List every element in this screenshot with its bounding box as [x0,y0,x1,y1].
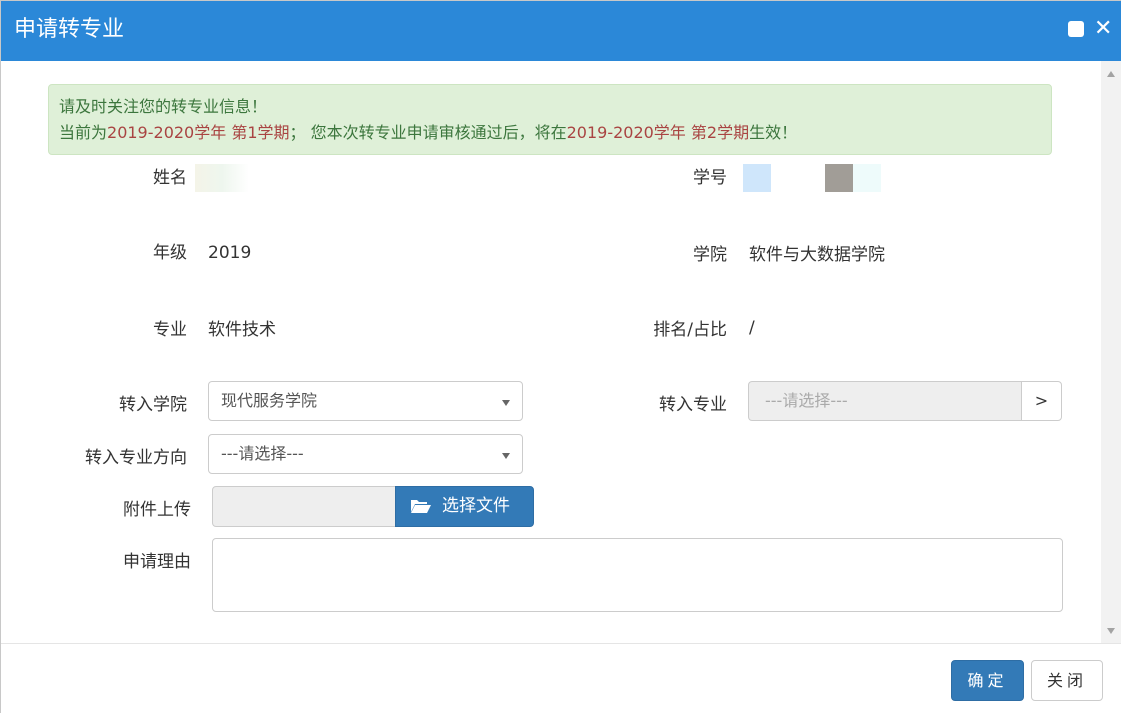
close-icon[interactable]: ✕ [1094,18,1112,40]
rank-value: / [749,318,755,338]
target-major-label: 转入专业 [659,395,727,415]
grade-value: 2019 [208,243,252,263]
name-value-redacted [195,164,249,192]
target-college-select[interactable]: 现代服务学院 [208,381,523,421]
target-direction-label: 转入专业方向 [85,448,187,468]
choose-file-button[interactable]: 选择文件 [395,486,534,527]
student-id-label: 学号 [693,168,727,188]
scroll-up-icon[interactable] [1107,71,1115,77]
reason-label: 申请理由 [123,552,191,572]
attachment-label: 附件上传 [123,500,191,520]
target-college-selected: 现代服务学院 [221,391,318,410]
confirm-button[interactable]: 确定 [951,660,1024,701]
college-value: 软件与大数据学院 [749,245,885,265]
chevron-down-icon [502,400,510,406]
target-direction-selected: ---请选择--- [221,444,304,463]
rank-label: 排名/占比 [653,320,727,340]
dialog-title: 申请转专业 [14,17,125,42]
dialog-titlebar: 申请转专业 ✕ [1,1,1121,61]
reason-textarea[interactable] [212,538,1063,612]
name-label: 姓名 [153,168,187,188]
major-value: 软件技术 [208,320,276,340]
college-label: 学院 [693,245,727,265]
scroll-down-icon[interactable] [1107,628,1115,634]
dialog-footer: 确定 关闭 [1,643,1121,713]
chevron-down-icon [502,453,510,459]
maximize-icon[interactable] [1068,21,1084,37]
student-id-redacted-a [743,164,771,192]
target-major-picker-button[interactable]: > [1021,381,1062,421]
transfer-major-dialog: 申请转专业 ✕ 请及时关注您的转专业信息！ 当前为2019-2020学年 第1学… [0,0,1121,713]
student-id-redacted-c [853,164,881,192]
attachment-filename-field[interactable] [212,486,396,527]
dialog-content: 请及时关注您的转专业信息！ 当前为2019-2020学年 第1学期； 您本次转专… [1,61,1101,643]
target-major-placeholder: ---请选择--- [765,391,848,410]
major-label: 专业 [153,320,187,340]
alert-text: 当前为 [59,123,108,142]
student-id-redacted-b [825,164,853,192]
alert-text: ； 您本次转专业申请审核通过后，将在 [289,123,567,142]
alert-line-1: 请及时关注您的转专业信息！ [59,97,268,116]
choose-file-label: 选择文件 [442,496,510,516]
alert-effective-term: 2019-2020学年 第2学期 [566,123,750,142]
alert-current-term: 2019-2020学年 第1学期 [107,123,290,142]
target-major-field[interactable]: ---请选择--- [748,381,1022,421]
alert-text: 生效！ [749,123,798,142]
info-alert: 请及时关注您的转专业信息！ 当前为2019-2020学年 第1学期； 您本次转专… [48,84,1052,155]
vertical-scrollbar[interactable] [1101,61,1121,643]
target-college-label: 转入学院 [119,395,187,415]
target-direction-select[interactable]: ---请选择--- [208,434,523,474]
alert-line-2: 当前为2019-2020学年 第1学期； 您本次转专业申请审核通过后，将在201… [59,122,797,144]
grade-label: 年级 [153,243,187,263]
folder-open-icon [411,500,431,513]
close-button[interactable]: 关闭 [1031,660,1103,701]
